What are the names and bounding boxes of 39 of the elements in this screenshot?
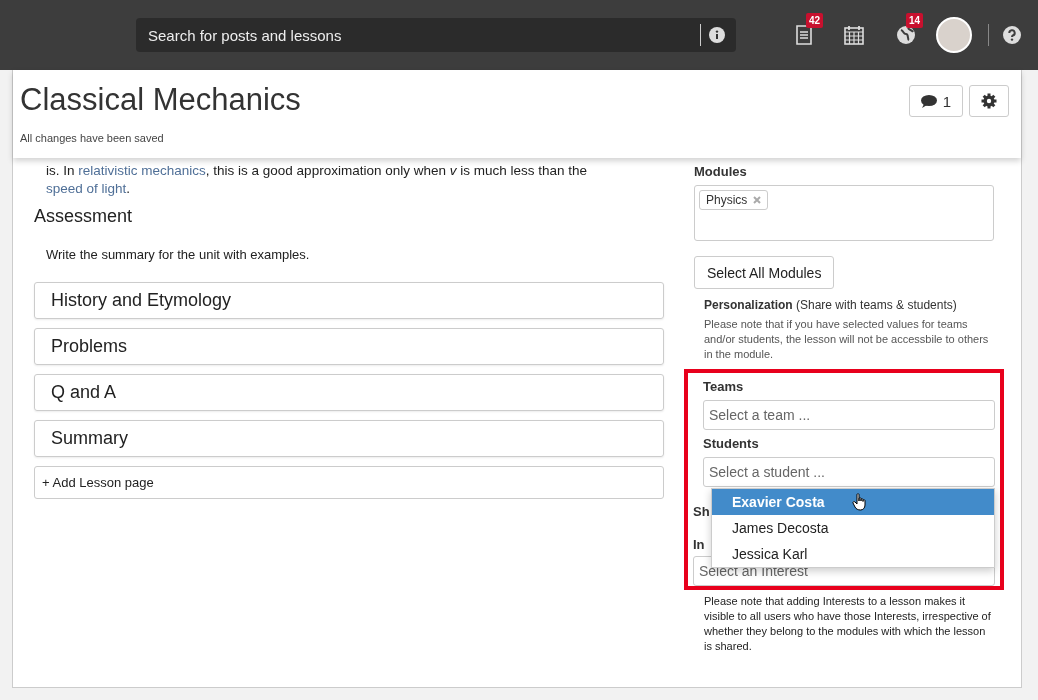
modules-field[interactable]: Physics <box>694 185 994 241</box>
student-select-field[interactable]: Select a student ... <box>703 457 995 487</box>
speech-bubble-icon <box>920 94 937 108</box>
lesson-page-item[interactable]: Q and A <box>34 374 664 411</box>
add-lesson-page-button[interactable]: + Add Lesson page <box>34 466 664 499</box>
section-heading: Personalization (Share with teams & students) <box>704 298 958 312</box>
section-heading: Assessment <box>34 206 134 227</box>
module-tag: Physics <box>699 190 769 210</box>
settings-icon <box>981 93 997 109</box>
search-field[interactable]: Search for posts and lessons <box>136 18 736 52</box>
field-label: Sh <box>693 504 711 519</box>
lesson-paragraph: is. In relativistic mechanics, this is a good approximation only when v is much less than the speed of light. <box>46 162 589 198</box>
hand-cursor-icon <box>852 493 868 511</box>
team-select-field[interactable]: Select a team ... <box>703 400 995 430</box>
info-icon[interactable] <box>709 27 725 43</box>
text-link[interactable]: relativistic mechanics <box>78 163 206 178</box>
lesson-page-item[interactable]: Summary <box>34 420 664 457</box>
section-text: Write the summary for the unit with examples. <box>46 247 311 262</box>
save-status: All changes have been saved <box>20 132 165 144</box>
field-label: Modules <box>694 164 748 179</box>
dropdown-option[interactable]: Exavier Costa <box>712 489 994 515</box>
lesson-title: Classical Mechanics <box>20 82 301 118</box>
count-badge: 14 <box>906 13 924 28</box>
dropdown-option[interactable]: James Decosta <box>712 515 994 541</box>
field-label: Students <box>703 436 760 451</box>
field-label: Teams <box>703 379 745 394</box>
lesson-page-item[interactable]: History and Etymology <box>34 282 664 319</box>
select-all-modules-button[interactable]: Select All Modules <box>694 256 835 289</box>
field-label: In <box>693 537 706 552</box>
calendar-icon[interactable] <box>844 25 864 45</box>
help-icon[interactable] <box>1003 26 1021 44</box>
help-text: Please note that adding Interests to a lesson makes it visible to all users who have those Interests, irrespective of whether they belong to the modules with which the lesson is shared. <box>704 594 992 654</box>
help-text: Please note that if you have selected values for teams and/or students, the lesson will not be accessbile to others in the module. <box>704 317 990 362</box>
avatar[interactable] <box>936 17 972 53</box>
comments-button[interactable]: 1 <box>909 85 963 117</box>
document-icon[interactable] <box>796 25 812 45</box>
settings-button[interactable] <box>969 85 1009 117</box>
lesson-page-item[interactable]: Problems <box>34 328 664 365</box>
count-badge: 42 <box>806 13 824 28</box>
